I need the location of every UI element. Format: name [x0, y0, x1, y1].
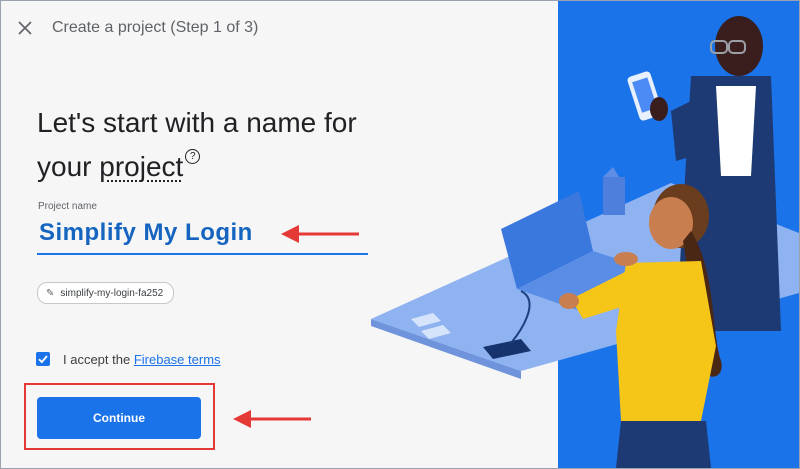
create-project-dialog: Create a project (Step 1 of 3) Let's sta…: [0, 0, 800, 469]
page-heading: Let's start with a name for your project…: [37, 101, 397, 189]
firebase-terms-link[interactable]: Firebase terms: [134, 352, 221, 367]
project-name-input[interactable]: Simplify My Login: [39, 219, 253, 247]
heading-line-1: Let's start with a name for: [37, 107, 357, 138]
project-name-underline: [37, 253, 368, 255]
accept-terms-checkbox[interactable]: [36, 352, 50, 366]
checkmark-icon: [38, 355, 48, 364]
help-icon[interactable]: ?: [185, 149, 201, 164]
project-term-link[interactable]: project: [99, 151, 183, 182]
project-id-chip[interactable]: ✎ simplify-my-login-fa252: [37, 282, 175, 304]
continue-button[interactable]: Continue: [37, 397, 201, 439]
pencil-icon: ✎: [46, 287, 55, 299]
project-id-value: simplify-my-login-fa252: [60, 287, 164, 299]
dialog-title: Create a project (Step 1 of 3): [52, 19, 259, 36]
project-name-label: Project name: [38, 201, 97, 212]
close-icon: [18, 21, 32, 35]
heading-line-2-prefix: your: [37, 151, 100, 182]
arrow-annotation-name: [281, 225, 359, 243]
arrow-annotation-continue: [233, 410, 311, 428]
developer-illustration: [371, 16, 799, 468]
close-button[interactable]: [13, 16, 37, 40]
terms-text: I accept the Firebase terms: [63, 352, 221, 367]
terms-prefix: I accept the: [63, 352, 134, 367]
